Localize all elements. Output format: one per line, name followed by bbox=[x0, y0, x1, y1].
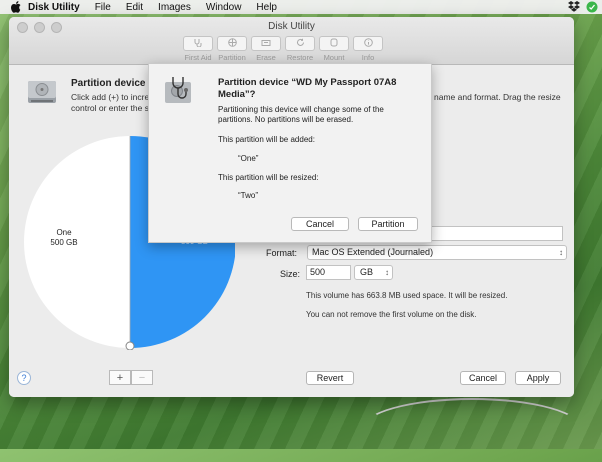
add-remove-control: + − bbox=[109, 370, 153, 385]
toolbar-info[interactable]: Info bbox=[353, 36, 383, 62]
window-titlebar: Disk Utility First Aid Partition Erase R… bbox=[9, 17, 574, 65]
partition-resize-handle[interactable] bbox=[125, 341, 135, 350]
mount-icon bbox=[330, 38, 338, 49]
toolbar-erase[interactable]: Erase bbox=[251, 36, 281, 62]
size-input[interactable]: 500 bbox=[306, 265, 351, 280]
toolbar-restore-label: Restore bbox=[286, 53, 314, 62]
partition-one-label: One 500 GB bbox=[49, 228, 79, 248]
updown-arrow-icon: ↕ bbox=[559, 248, 563, 257]
add-partition-button[interactable]: + bbox=[109, 370, 131, 385]
volume-info-text: This volume has 663.8 MB used space. It … bbox=[306, 291, 508, 300]
sheet-heading: Partition device “WD My Passport 07A8 Me… bbox=[218, 77, 397, 100]
partition-title: Partition device "W bbox=[71, 78, 153, 89]
toolbar: First Aid Partition Erase Restore Mount … bbox=[183, 36, 383, 62]
desktop-road bbox=[360, 398, 584, 462]
sheet-partition-button[interactable]: Partition bbox=[358, 217, 418, 231]
info-icon bbox=[363, 38, 373, 49]
revert-button[interactable]: Revert bbox=[306, 371, 354, 385]
sheet-resized-value: “Two” bbox=[238, 191, 258, 200]
partition-one-name: One bbox=[56, 228, 72, 237]
size-label: Size: bbox=[280, 269, 301, 279]
sheet-body: Partitioning this device will change som… bbox=[218, 105, 384, 124]
stethoscope-icon bbox=[193, 38, 203, 49]
toolbar-mount-label: Mount bbox=[323, 53, 345, 62]
menu-images[interactable]: Images bbox=[158, 2, 191, 13]
toolbar-first-aid[interactable]: First Aid bbox=[183, 36, 213, 62]
menu-file[interactable]: File bbox=[95, 2, 111, 13]
toolbar-first-aid-label: First Aid bbox=[184, 53, 212, 62]
size-unit-select[interactable]: GB ↕ bbox=[354, 265, 393, 280]
sheet-cancel-button[interactable]: Cancel bbox=[291, 217, 349, 231]
sheet-resized-label: This partition will be resized: bbox=[218, 173, 319, 182]
toolbar-mount[interactable]: Mount bbox=[319, 36, 349, 62]
size-unit-value: GB bbox=[360, 267, 374, 277]
remove-partition-button[interactable]: − bbox=[131, 370, 153, 385]
format-select[interactable]: Mac OS Extended (Journaled) ↕ bbox=[307, 245, 567, 260]
format-value: Mac OS Extended (Journaled) bbox=[312, 247, 434, 257]
erase-icon bbox=[261, 39, 271, 49]
toolbar-info-label: Info bbox=[361, 53, 375, 62]
toolbar-partition[interactable]: Partition bbox=[217, 36, 247, 62]
sheet-added-value: “One” bbox=[238, 154, 259, 163]
volume-warning-text: You can not remove the first volume on t… bbox=[306, 310, 477, 319]
restore-icon bbox=[296, 38, 305, 49]
menu-window[interactable]: Window bbox=[206, 2, 242, 13]
apply-button[interactable]: Apply bbox=[515, 371, 561, 385]
menu-help[interactable]: Help bbox=[256, 2, 277, 13]
menu-edit[interactable]: Edit bbox=[126, 2, 143, 13]
dropbox-icon[interactable] bbox=[568, 1, 580, 16]
partition-description-right: name and format. Drag the resize bbox=[434, 92, 561, 102]
hard-drive-icon bbox=[25, 75, 59, 109]
toolbar-partition-label: Partition bbox=[218, 53, 246, 62]
partition-confirm-sheet: Partition device “WD My Passport 07A8 Me… bbox=[148, 63, 432, 243]
menu-app-name[interactable]: Disk Utility bbox=[28, 2, 80, 13]
format-label: Format: bbox=[266, 248, 298, 258]
apple-icon[interactable] bbox=[10, 1, 22, 13]
window-title: Disk Utility bbox=[268, 21, 315, 32]
partition-icon bbox=[227, 38, 237, 49]
toolbar-restore[interactable]: Restore bbox=[285, 36, 315, 62]
menu-bar: Disk Utility File Edit Images Window Hel… bbox=[0, 0, 602, 14]
partition-one-size: 500 GB bbox=[50, 238, 78, 247]
toolbar-erase-label: Erase bbox=[256, 53, 276, 62]
status-green-icon[interactable] bbox=[586, 1, 598, 16]
partition-description: Click add (+) to increa control or enter… bbox=[71, 92, 154, 113]
help-button[interactable]: ? bbox=[17, 371, 31, 385]
first-aid-stethoscope-icon bbox=[162, 75, 196, 109]
sheet-added-label: This partition will be added: bbox=[218, 135, 315, 144]
cancel-button[interactable]: Cancel bbox=[460, 371, 506, 385]
updown-arrow-icon: ↕ bbox=[385, 268, 389, 277]
